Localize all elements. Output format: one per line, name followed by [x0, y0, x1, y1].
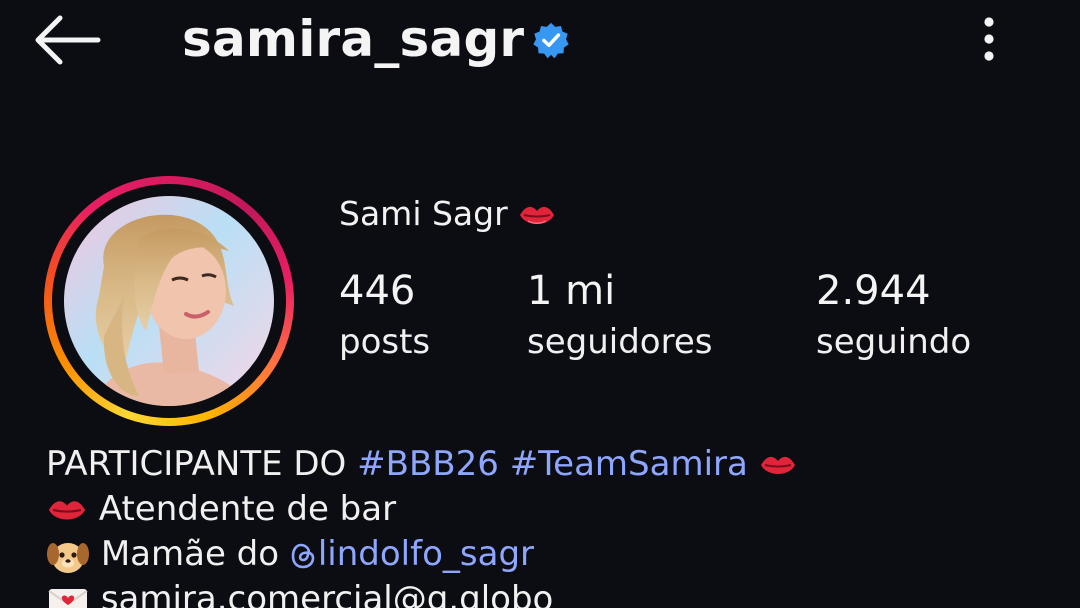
stat-followers[interactable]: 1 mi seguidores: [527, 266, 712, 368]
bio-line-2: Atendente de bar: [46, 487, 797, 532]
verified-badge-icon: [533, 22, 569, 59]
kiss-mark-icon: [520, 206, 555, 224]
more-vertical-icon: [984, 17, 994, 61]
bio-line-4: samira.comercial@g.globo: [46, 577, 797, 608]
bio-line-4-text[interactable]: samira.comercial@g.globo: [101, 579, 554, 608]
back-button[interactable]: [30, 12, 106, 68]
bio-line-1-text: PARTICIPANTE DO: [46, 444, 358, 484]
avatar-photo: [64, 196, 274, 406]
profile-screen: samira_sagr Sami Sagr 446 posts 1 mi seg…: [0, 0, 1080, 608]
threads-icon: [291, 543, 315, 568]
profile-avatar[interactable]: [44, 176, 294, 426]
hashtag-link[interactable]: #BBB26: [357, 444, 499, 484]
dog-face-icon: [47, 542, 89, 573]
kiss-mark-icon: [760, 456, 795, 474]
profile-username: samira_sagr: [182, 10, 525, 68]
more-options-button[interactable]: [968, 12, 1010, 68]
kiss-mark-icon: [48, 500, 86, 520]
stat-posts-label: posts: [339, 322, 431, 362]
stat-following-value: 2.944: [816, 268, 931, 314]
stat-posts[interactable]: 446 posts: [339, 266, 430, 368]
bio-line-3-text: Mamãe do: [100, 534, 290, 574]
stat-following[interactable]: 2.944 seguindo: [816, 266, 971, 368]
display-name-text: Sami Sagr: [339, 194, 508, 233]
bio-line-1: PARTICIPANTE DO #BBB26 #TeamSamira: [46, 442, 797, 487]
stat-followers-value: 1 mi: [527, 268, 616, 314]
stat-following-label: seguindo: [816, 322, 972, 362]
bio-line-2-text: Atendente de bar: [98, 489, 397, 529]
bio-line-3: Mamãe do lindolfo_sagr: [46, 532, 797, 577]
stat-followers-label: seguidores: [527, 322, 713, 362]
hashtag-link[interactable]: #TeamSamira: [510, 444, 748, 484]
stat-posts-value: 446: [339, 268, 416, 314]
mention-link[interactable]: lindolfo_sagr: [318, 534, 534, 574]
profile-bio: PARTICIPANTE DO #BBB26 #TeamSamira Atend…: [46, 442, 797, 608]
display-name: Sami Sagr: [339, 192, 556, 236]
love-letter-icon: [48, 588, 88, 608]
arrow-left-icon: [35, 15, 101, 65]
